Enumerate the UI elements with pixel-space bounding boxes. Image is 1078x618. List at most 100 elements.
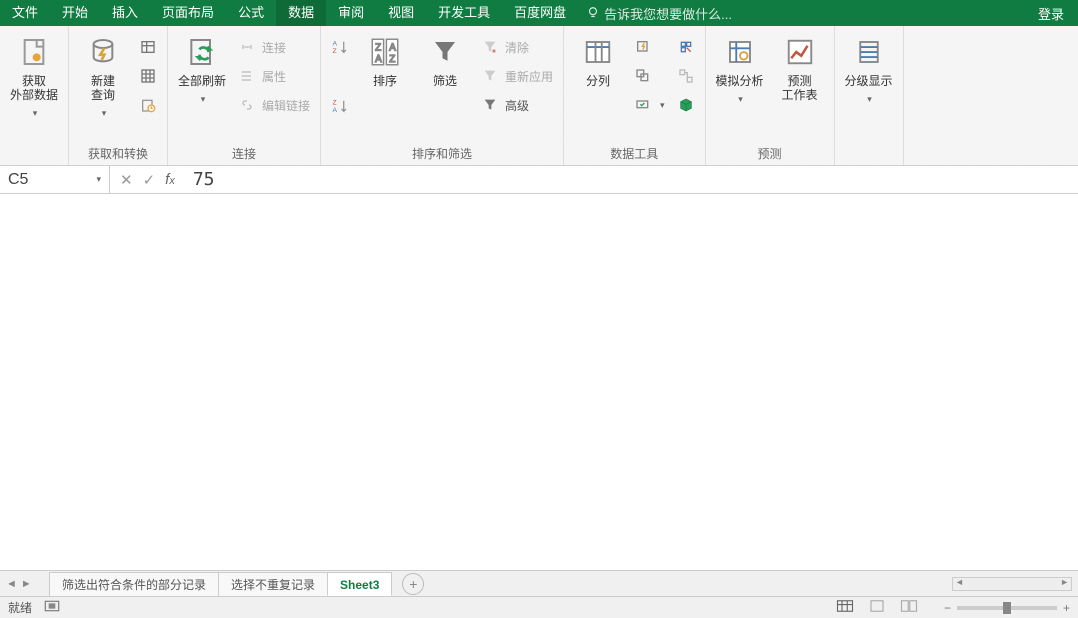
fx-button[interactable]: fx (165, 171, 175, 188)
chevron-down-icon: ▾ (96, 174, 101, 185)
view-normal-button[interactable] (834, 597, 856, 618)
group-label: 连接 (174, 143, 314, 165)
consolidate-icon (677, 38, 695, 56)
relations-icon (677, 67, 695, 85)
tab-view[interactable]: 视图 (376, 0, 426, 26)
cancel-formula-button[interactable]: ✕ (120, 171, 133, 189)
tab-insert[interactable]: 插入 (100, 0, 150, 26)
name-box[interactable]: C5▾ (0, 166, 110, 193)
tab-dev[interactable]: 开发工具 (426, 0, 502, 26)
svg-text:Z: Z (333, 48, 337, 55)
view-pagebreak-button[interactable] (898, 597, 920, 618)
connections-button[interactable]: 连接 (234, 34, 314, 60)
grid-icon (139, 67, 157, 85)
menu-tabs: 文件 开始 插入 页面布局 公式 数据 审阅 视图 开发工具 百度网盘 告诉我您… (0, 0, 1078, 26)
manage-model-button[interactable] (673, 92, 699, 118)
filter-button[interactable]: 筛选 (417, 30, 473, 92)
forecast-button[interactable]: 预测 工作表 (772, 30, 828, 106)
get-external-data-button[interactable]: 获取 外部数据▾ (6, 30, 62, 124)
tab-file[interactable]: 文件 (0, 0, 50, 26)
zoom-slider[interactable] (957, 606, 1057, 610)
formula-bar: C5▾ ✕ ✓ fx 75 (0, 166, 1078, 194)
whatif-icon (722, 34, 758, 70)
tab-baidu[interactable]: 百度网盘 (502, 0, 578, 26)
edit-links-button[interactable]: 编辑链接 (234, 92, 314, 118)
view-pagelayout-button[interactable] (866, 597, 888, 618)
sort-button[interactable]: ZAAZ 排序 (357, 30, 413, 92)
show-queries-button[interactable] (135, 34, 161, 60)
tab-layout[interactable]: 页面布局 (150, 0, 226, 26)
relationships-button[interactable] (673, 63, 699, 89)
reapply-button[interactable]: 重新应用 (477, 63, 557, 89)
recent-icon (139, 96, 157, 114)
svg-text:Z: Z (333, 100, 337, 107)
add-sheet-button[interactable]: + (402, 573, 424, 595)
from-table-button[interactable] (135, 63, 161, 89)
svg-text:Z: Z (389, 54, 395, 65)
svg-text:Z: Z (375, 43, 381, 54)
svg-text:A: A (333, 107, 338, 114)
forecast-icon (782, 34, 818, 70)
group-label: 获取和转换 (75, 143, 161, 165)
flash-fill-button[interactable] (630, 34, 669, 60)
group-label: 预测 (712, 143, 828, 165)
whatif-button[interactable]: 模拟分析▾ (712, 30, 768, 110)
sort-icon: ZAAZ (367, 34, 403, 70)
accept-formula-button[interactable]: ✓ (143, 171, 156, 189)
funnel-refresh-icon (481, 67, 499, 85)
database-lightning-icon (85, 34, 121, 70)
lightbulb-icon (586, 6, 600, 20)
table-icon (139, 38, 157, 56)
formula-input[interactable]: 75 (185, 169, 215, 190)
remove-duplicates-button[interactable] (630, 63, 669, 89)
svg-text:A: A (375, 54, 382, 65)
tab-review[interactable]: 审阅 (326, 0, 376, 26)
horizontal-scrollbar[interactable] (952, 577, 1072, 591)
tab-formula[interactable]: 公式 (226, 0, 276, 26)
new-query-button[interactable]: 新建 查询▾ (75, 30, 131, 124)
outline-button[interactable]: 分级显示▾ (841, 30, 897, 110)
status-text: 就绪 (8, 599, 32, 616)
cube-icon (677, 96, 695, 114)
sort-desc-button[interactable]: ZA (327, 93, 353, 119)
sheet-nav[interactable]: ◄► (6, 578, 32, 590)
status-bar: 就绪 − + (0, 596, 1078, 618)
svg-text:A: A (333, 41, 338, 48)
sort-az-icon: AZ (331, 38, 349, 56)
refresh-all-button[interactable]: 全部刷新▾ (174, 30, 230, 110)
duplicates-icon (634, 67, 652, 85)
flash-icon (634, 38, 652, 56)
zoom-in-button[interactable]: + (1063, 601, 1070, 615)
clear-filter-button[interactable]: 清除 (477, 34, 557, 60)
chain-icon (238, 96, 256, 114)
sort-asc-button[interactable]: AZ (327, 34, 353, 60)
text-to-columns-button[interactable]: 分列 (570, 30, 626, 92)
ribbon: 获取 外部数据▾ 新建 查询▾ 获取和转换 (0, 26, 1078, 166)
tell-me-search[interactable]: 告诉我您想要做什么... (586, 4, 732, 23)
sheet-tab[interactable]: Sheet3 (327, 572, 392, 596)
macro-icon[interactable] (44, 600, 60, 615)
sheet-tab[interactable]: 筛选出符合条件的部分记录 (49, 572, 219, 596)
refresh-icon (184, 34, 220, 70)
outline-icon (851, 34, 887, 70)
tab-data[interactable]: 数据 (276, 0, 326, 26)
sort-za-icon: ZA (331, 97, 349, 115)
list-icon (238, 67, 256, 85)
advanced-filter-button[interactable]: 高级 (477, 92, 557, 118)
login-button[interactable]: 登录 (1024, 4, 1078, 23)
group-label: 数据工具 (570, 143, 699, 165)
funnel-gear-icon (481, 96, 499, 114)
funnel-icon (427, 34, 463, 70)
consolidate-button[interactable] (673, 34, 699, 60)
properties-button[interactable]: 属性 (234, 63, 314, 89)
data-validation-button[interactable]: ▾ (630, 92, 669, 118)
zoom-out-button[interactable]: − (944, 601, 951, 615)
svg-text:A: A (389, 43, 396, 54)
tab-home[interactable]: 开始 (50, 0, 100, 26)
sheet-tab[interactable]: 选择不重复记录 (218, 572, 328, 596)
recent-sources-button[interactable] (135, 92, 161, 118)
sheet-tabs: ◄► 筛选出符合条件的部分记录 选择不重复记录 Sheet3 + (0, 570, 1078, 596)
link-icon (238, 38, 256, 56)
validation-icon (634, 96, 652, 114)
group-label: 排序和筛选 (327, 143, 557, 165)
